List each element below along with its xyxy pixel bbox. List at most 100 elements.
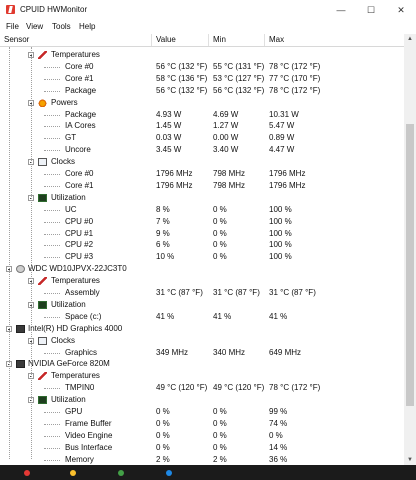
sensor-group-row[interactable]: Utilization <box>0 394 404 406</box>
sensor-row[interactable]: Frame Buffer 0 % 0 % 74 % <box>0 418 404 430</box>
sensor-row[interactable]: Assembly 31 °C (87 °F) 31 °C (87 °F) 31 °C … <box>0 287 404 299</box>
sensor-row[interactable]: GT 0.03 W 0.00 W 0.89 W <box>0 132 404 144</box>
sensor-row[interactable]: CPU #3 10 % 0 % 100 % <box>0 251 404 263</box>
sensor-label: CPU #3 <box>65 252 94 262</box>
sensor-max: 100 % <box>269 228 292 238</box>
sensor-max: 10.31 W <box>269 109 299 119</box>
menu-view[interactable]: View <box>26 22 43 31</box>
sensor-value: 56 °C (132 °F) <box>156 85 208 95</box>
menu-tools[interactable]: Tools <box>52 22 71 31</box>
sensor-row[interactable]: CPU #2 6 % 0 % 100 % <box>0 239 404 251</box>
sensor-min: 56 °C (132 °F) <box>213 85 265 95</box>
sensor-value: 0 % <box>156 442 170 452</box>
taskbar-app-icon[interactable] <box>70 470 76 476</box>
sensor-row[interactable]: Package 56 °C (132 °F) 56 °C (132 °F) 78 °C… <box>0 85 404 97</box>
sensor-row[interactable]: Bus Interface 0 % 0 % 14 % <box>0 442 404 454</box>
sensor-max: 0 % <box>269 430 283 440</box>
sensor-label: Graphics <box>65 347 98 357</box>
sensor-row[interactable]: Graphics 349 MHz 340 MHz 649 MHz <box>0 347 404 359</box>
menu-help[interactable]: Help <box>79 22 95 31</box>
sensor-row[interactable]: Package 4.93 W 4.69 W 10.31 W <box>0 109 404 121</box>
vertical-scrollbar[interactable]: ▲ ▼ <box>404 34 416 465</box>
disk-icon <box>16 265 25 274</box>
gpu-chip-icon <box>16 360 25 369</box>
sensor-label: IA Cores <box>65 121 96 131</box>
menu-file[interactable]: File <box>6 22 19 31</box>
minimize-button[interactable]: — <box>326 0 356 20</box>
group-label: Utilization <box>51 192 86 202</box>
clock-icon <box>38 158 47 167</box>
sensor-row[interactable]: Core #1 58 °C (136 °F) 53 °C (127 °F) 77 °C… <box>0 73 404 85</box>
sensor-row[interactable]: IA Cores 1.45 W 1.27 W 5.47 W <box>0 120 404 132</box>
sensor-row[interactable]: Space (c:) 41 % 41 % 41 % <box>0 311 404 323</box>
sensor-row[interactable]: CPU #0 7 % 0 % 100 % <box>0 216 404 228</box>
close-button[interactable]: ✕ <box>386 0 416 20</box>
column-max[interactable]: Max <box>265 34 404 46</box>
gpu-chip-icon <box>16 324 25 333</box>
scrollbar-thumb[interactable] <box>406 124 414 406</box>
sensor-label: GT <box>65 133 77 143</box>
taskbar-app-icon[interactable] <box>166 470 172 476</box>
sensor-group-row[interactable]: Temperatures <box>0 370 404 382</box>
sensor-label: Frame Buffer <box>65 418 112 428</box>
sensor-row[interactable]: Core #0 1796 MHz 798 MHz 1796 MHz <box>0 168 404 180</box>
column-value[interactable]: Value <box>152 34 209 46</box>
group-label: Clocks <box>51 335 76 345</box>
utilization-icon <box>38 300 47 309</box>
sensor-row[interactable]: Memory 2 % 2 % 36 % <box>0 454 404 465</box>
temperature-icon <box>38 277 47 286</box>
device-row[interactable]: Intel(R) HD Graphics 4000 <box>0 323 404 335</box>
sensor-min: 0 % <box>213 204 227 214</box>
device-label: Intel(R) HD Graphics 4000 <box>28 323 123 333</box>
group-label: Powers <box>51 97 78 107</box>
sensor-max: 41 % <box>269 311 288 321</box>
taskbar <box>0 465 416 480</box>
sensor-group-row[interactable]: Temperatures <box>0 275 404 287</box>
taskbar-app-icon[interactable] <box>118 470 124 476</box>
scroll-up-arrow-icon[interactable]: ▲ <box>404 34 416 44</box>
group-label: Utilization <box>51 299 86 309</box>
column-sensor[interactable]: Sensor <box>0 34 152 46</box>
sensor-max: 100 % <box>269 252 292 262</box>
clock-icon <box>38 336 47 345</box>
column-min[interactable]: Min <box>209 34 265 46</box>
taskbar-app-icon[interactable] <box>24 470 30 476</box>
sensor-group-row[interactable]: Temperatures <box>0 49 404 61</box>
sensor-label: Bus Interface <box>65 442 113 452</box>
tree-connector <box>44 447 60 449</box>
title-bar: CPUID HWMonitor — ☐ ✕ <box>0 0 416 20</box>
sensor-value: 0.03 W <box>156 133 182 143</box>
sensor-group-row[interactable]: Clocks <box>0 156 404 168</box>
sensor-min: 0 % <box>213 252 227 262</box>
tree-connector <box>44 174 60 175</box>
maximize-button[interactable]: ☐ <box>356 0 386 20</box>
sensor-max: 5.47 W <box>269 121 295 131</box>
sensor-group-row[interactable]: Powers <box>0 97 404 109</box>
temperature-icon <box>38 51 47 59</box>
sensor-group-row[interactable]: Utilization <box>0 192 404 204</box>
device-row[interactable]: NVIDIA GeForce 820M <box>0 358 404 370</box>
sensor-label: UC <box>65 204 77 214</box>
sensor-max: 78 °C (172 °F) <box>269 85 321 95</box>
sensor-max: 100 % <box>269 240 292 250</box>
tree-connector <box>44 78 60 80</box>
sensor-min: 1.27 W <box>213 121 239 131</box>
sensor-group-row[interactable]: Clocks <box>0 335 404 347</box>
sensor-row[interactable]: Core #1 1796 MHz 798 MHz 1796 MHz <box>0 180 404 192</box>
sensor-row[interactable]: Video Engine 0 % 0 % 0 % <box>0 430 404 442</box>
scroll-down-arrow-icon[interactable]: ▼ <box>404 455 416 465</box>
tree-connector <box>44 90 60 92</box>
sensor-row[interactable]: Core #0 56 °C (132 °F) 55 °C (131 °F) 78 °C… <box>0 61 404 73</box>
sensor-min: 0.00 W <box>213 133 239 143</box>
tree-connector <box>44 150 60 152</box>
sensor-row[interactable]: GPU 0 % 0 % 99 % <box>0 406 404 418</box>
sensor-row[interactable]: TMPIN0 49 °C (120 °F) 49 °C (120 °F) 78 °C … <box>0 382 404 394</box>
sensor-min: 0 % <box>213 228 227 238</box>
sensor-row[interactable]: CPU #1 9 % 0 % 100 % <box>0 228 404 240</box>
sensor-row[interactable]: UC 8 % 0 % 100 % <box>0 204 404 216</box>
sensor-group-row[interactable]: Utilization <box>0 299 404 311</box>
sensor-row[interactable]: Uncore 3.45 W 3.40 W 4.47 W <box>0 144 404 156</box>
sensor-max: 100 % <box>269 204 292 214</box>
sensor-min: 0 % <box>213 430 227 440</box>
device-row[interactable]: WDC WD10JPVX-22JC3T0 <box>0 263 404 275</box>
